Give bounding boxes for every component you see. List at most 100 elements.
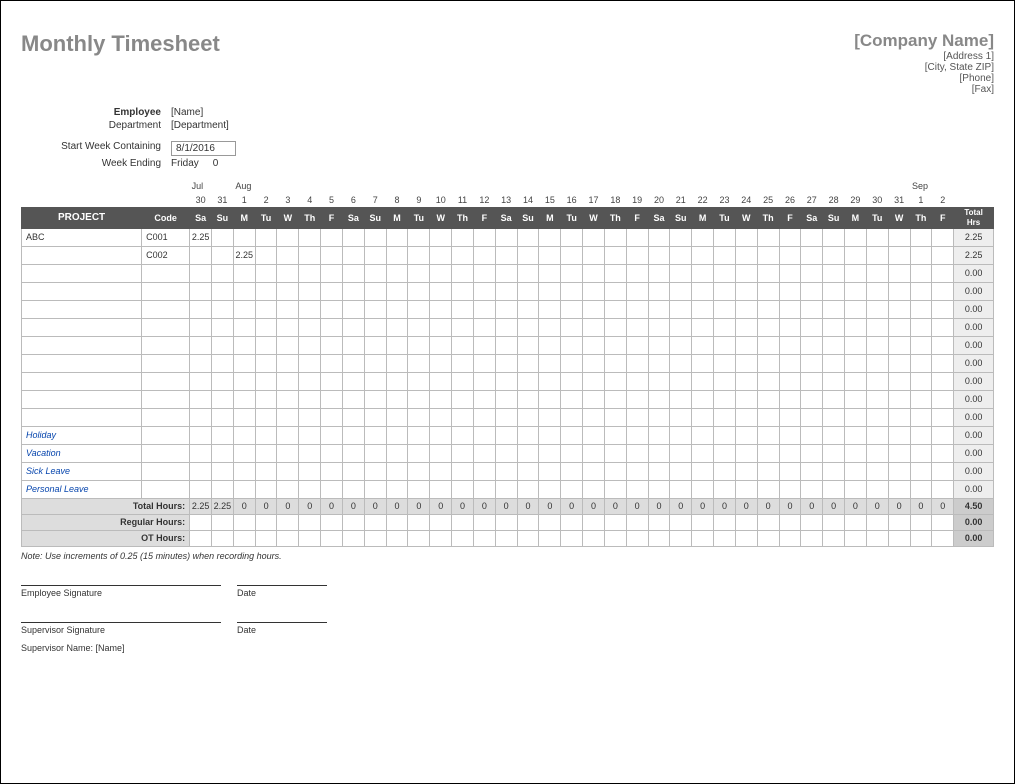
hours-cell[interactable] xyxy=(735,336,757,354)
hours-cell[interactable] xyxy=(932,480,954,498)
hours-cell[interactable] xyxy=(364,282,386,300)
summary-cell[interactable] xyxy=(714,530,736,546)
hours-cell[interactable] xyxy=(408,462,430,480)
hours-cell[interactable] xyxy=(539,372,561,390)
summary-cell[interactable] xyxy=(670,514,692,530)
hours-cell[interactable] xyxy=(583,408,605,426)
hours-cell[interactable] xyxy=(495,480,517,498)
summary-cell[interactable] xyxy=(932,514,954,530)
hours-cell[interactable] xyxy=(561,336,583,354)
hours-cell[interactable] xyxy=(364,444,386,462)
hours-cell[interactable] xyxy=(408,336,430,354)
hours-cell[interactable] xyxy=(604,246,626,264)
summary-cell[interactable] xyxy=(888,530,910,546)
hours-cell[interactable] xyxy=(255,264,277,282)
hours-cell[interactable] xyxy=(932,282,954,300)
hours-cell[interactable] xyxy=(190,300,212,318)
hours-cell[interactable] xyxy=(670,246,692,264)
hours-cell[interactable] xyxy=(233,372,255,390)
hours-cell[interactable] xyxy=(692,354,714,372)
hours-cell[interactable] xyxy=(823,372,845,390)
hours-cell[interactable] xyxy=(321,300,343,318)
hours-cell[interactable] xyxy=(233,282,255,300)
hours-cell[interactable] xyxy=(430,372,452,390)
summary-cell[interactable] xyxy=(561,530,583,546)
hours-cell[interactable] xyxy=(866,372,888,390)
hours-cell[interactable] xyxy=(190,282,212,300)
hours-cell[interactable] xyxy=(342,426,364,444)
hours-cell[interactable] xyxy=(561,426,583,444)
hours-cell[interactable] xyxy=(932,318,954,336)
hours-cell[interactable] xyxy=(364,390,386,408)
hours-cell[interactable] xyxy=(321,228,343,246)
hours-cell[interactable] xyxy=(190,354,212,372)
hours-cell[interactable] xyxy=(845,480,867,498)
hours-cell[interactable] xyxy=(910,282,932,300)
hours-cell[interactable] xyxy=(277,444,299,462)
hours-cell[interactable] xyxy=(779,246,801,264)
hours-cell[interactable] xyxy=(342,462,364,480)
hours-cell[interactable] xyxy=(757,228,779,246)
hours-cell[interactable] xyxy=(233,462,255,480)
hours-cell[interactable] xyxy=(735,282,757,300)
hours-cell[interactable] xyxy=(757,480,779,498)
hours-cell[interactable] xyxy=(779,354,801,372)
hours-cell[interactable] xyxy=(473,336,495,354)
hours-cell[interactable] xyxy=(386,228,408,246)
hours-cell[interactable] xyxy=(364,246,386,264)
summary-cell[interactable] xyxy=(845,514,867,530)
hours-cell[interactable] xyxy=(823,390,845,408)
hours-cell[interactable] xyxy=(212,390,234,408)
project-cell[interactable]: Personal Leave xyxy=(22,480,142,498)
hours-cell[interactable] xyxy=(321,318,343,336)
hours-cell[interactable] xyxy=(321,480,343,498)
hours-cell[interactable] xyxy=(779,480,801,498)
hours-cell[interactable] xyxy=(866,354,888,372)
summary-cell[interactable] xyxy=(910,530,932,546)
hours-cell[interactable] xyxy=(321,264,343,282)
hours-cell[interactable] xyxy=(408,372,430,390)
hours-cell[interactable] xyxy=(714,282,736,300)
hours-cell[interactable] xyxy=(735,264,757,282)
hours-cell[interactable] xyxy=(299,228,321,246)
hours-cell[interactable] xyxy=(539,282,561,300)
hours-cell[interactable] xyxy=(823,300,845,318)
hours-cell[interactable] xyxy=(561,264,583,282)
hours-cell[interactable] xyxy=(430,408,452,426)
hours-cell[interactable] xyxy=(277,408,299,426)
hours-cell[interactable] xyxy=(735,228,757,246)
hours-cell[interactable] xyxy=(604,354,626,372)
hours-cell[interactable] xyxy=(452,426,474,444)
hours-cell[interactable] xyxy=(299,480,321,498)
hours-cell[interactable] xyxy=(430,228,452,246)
hours-cell[interactable] xyxy=(321,246,343,264)
hours-cell[interactable] xyxy=(190,336,212,354)
summary-cell[interactable] xyxy=(823,530,845,546)
hours-cell[interactable] xyxy=(473,372,495,390)
code-cell[interactable] xyxy=(142,372,190,390)
hours-cell[interactable] xyxy=(277,372,299,390)
hours-cell[interactable] xyxy=(473,300,495,318)
hours-cell[interactable] xyxy=(583,480,605,498)
hours-cell[interactable] xyxy=(561,372,583,390)
hours-cell[interactable] xyxy=(910,462,932,480)
hours-cell[interactable] xyxy=(583,336,605,354)
hours-cell[interactable] xyxy=(779,228,801,246)
code-cell[interactable] xyxy=(142,462,190,480)
hours-cell[interactable] xyxy=(779,426,801,444)
hours-cell[interactable] xyxy=(823,408,845,426)
hours-cell[interactable] xyxy=(408,408,430,426)
hours-cell[interactable] xyxy=(583,390,605,408)
hours-cell[interactable] xyxy=(648,462,670,480)
hours-cell[interactable] xyxy=(299,408,321,426)
hours-cell[interactable] xyxy=(517,408,539,426)
summary-cell[interactable] xyxy=(888,514,910,530)
hours-cell[interactable] xyxy=(845,372,867,390)
hours-cell[interactable] xyxy=(495,228,517,246)
hours-cell[interactable] xyxy=(386,462,408,480)
hours-cell[interactable] xyxy=(845,318,867,336)
hours-cell[interactable] xyxy=(299,426,321,444)
hours-cell[interactable] xyxy=(233,318,255,336)
summary-cell[interactable] xyxy=(845,530,867,546)
summary-cell[interactable] xyxy=(823,514,845,530)
